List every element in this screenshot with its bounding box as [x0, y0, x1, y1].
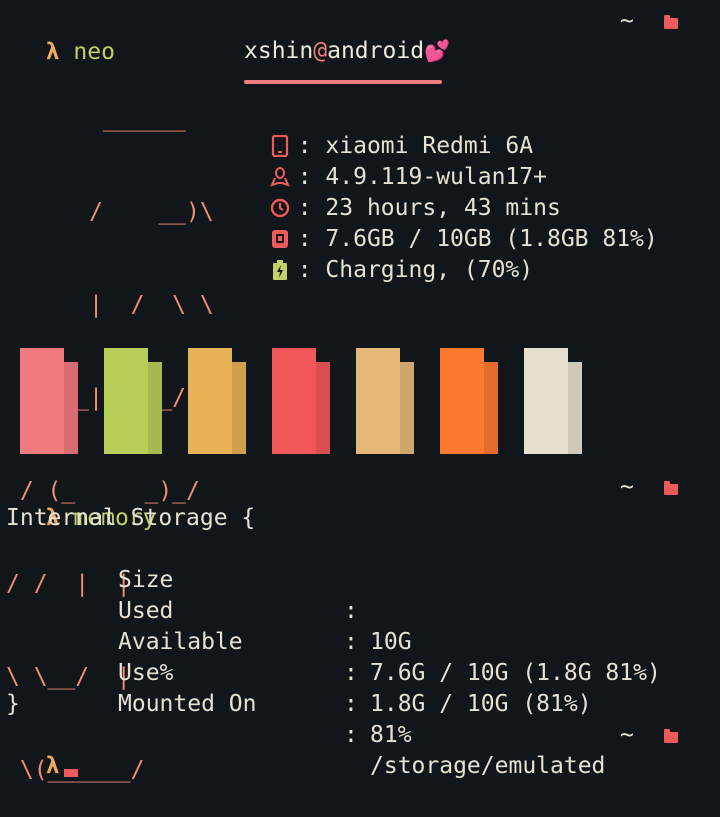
- memory-key: Size: [118, 567, 174, 593]
- memory-sep: :: [344, 722, 358, 748]
- palette-block: [104, 348, 162, 454]
- palette-block: [440, 348, 498, 454]
- at-sign: @: [313, 38, 328, 64]
- palette-block-notch: [400, 348, 414, 362]
- palette-block-shade: [316, 362, 330, 454]
- palette-block-notch: [64, 348, 78, 362]
- palette-block-shade: [400, 362, 414, 454]
- user-host-underline: [244, 80, 442, 84]
- memory-value: /storage/emulated: [370, 753, 606, 779]
- memory-value: 7.6G / 10G (1.8G 81%): [370, 660, 661, 686]
- prompt-line-1: λ neo: [18, 6, 115, 65]
- prompt-symbol: λ: [45, 753, 60, 779]
- memory-row: Size : 10G: [6, 534, 412, 655]
- palette-block-shade: [148, 362, 162, 454]
- memory-key: Mounted On: [118, 691, 257, 717]
- memory-key: Use%: [118, 660, 174, 686]
- palette-block: [188, 348, 246, 454]
- username: xshin: [244, 38, 314, 64]
- palette-block-notch: [484, 348, 498, 362]
- memory-key: Available: [118, 629, 243, 655]
- prompt-path: ~: [620, 8, 634, 34]
- memory-sep: :: [344, 629, 358, 655]
- info-row-battery: : Charging, (70%): [242, 224, 533, 286]
- palette-block: [356, 348, 414, 454]
- palette-block: [524, 348, 582, 454]
- memory-row: Mounted On : /storage/emulated: [6, 658, 605, 779]
- palette-block-shade: [568, 362, 582, 454]
- palette-block-shade: [64, 362, 78, 454]
- ascii-logo-line: | / \ \: [6, 292, 214, 318]
- memory-value: 1.8G / 10G (81%): [370, 691, 592, 717]
- memory-value: 81%: [370, 722, 412, 748]
- palette-block: [20, 348, 78, 454]
- heart-icon: 💕: [424, 39, 451, 63]
- info-sep: :: [297, 257, 312, 283]
- ascii-logo-line: ______: [6, 106, 187, 132]
- folder-icon: [664, 15, 678, 29]
- memory-value: 10G: [370, 629, 412, 655]
- prompt-path: ~: [620, 722, 634, 748]
- palette-block-notch: [568, 348, 582, 362]
- info-value: Charging, (70%): [325, 257, 534, 283]
- palette-block-notch: [316, 348, 330, 362]
- palette-block-shade: [484, 362, 498, 454]
- battery-icon: [272, 260, 287, 280]
- ascii-logo-line: / __)\: [6, 199, 214, 225]
- palette-block-shade: [232, 362, 246, 454]
- memory-sep: :: [344, 660, 358, 686]
- memory-key: Used: [118, 598, 174, 624]
- prompt-line-2: λ memory: [18, 472, 157, 531]
- memory-sep: :: [344, 691, 358, 717]
- prompt-line-3[interactable]: λ: [18, 720, 78, 779]
- ascii-logo-line: / / | |: [6, 571, 131, 597]
- prompt-path: ~: [620, 474, 634, 500]
- palette-block-notch: [148, 348, 162, 362]
- memory-row: Used : 7.6G / 10G (1.8G 81%): [6, 565, 661, 686]
- folder-icon: [664, 481, 678, 495]
- user-host: xshin@android💕: [244, 36, 450, 67]
- palette-block-notch: [232, 348, 246, 362]
- memory-footer: }: [6, 691, 20, 717]
- palette-block: [272, 348, 330, 454]
- text-cursor[interactable]: [63, 769, 78, 777]
- hostname: android: [327, 38, 425, 64]
- folder-icon: [664, 729, 678, 743]
- memory-row: Available : 1.8G / 10G (81%): [6, 596, 592, 717]
- memory-row: Use% : 81%: [6, 627, 412, 748]
- memory-header: Internal Storage {: [6, 505, 256, 531]
- memory-sep: :: [344, 598, 358, 624]
